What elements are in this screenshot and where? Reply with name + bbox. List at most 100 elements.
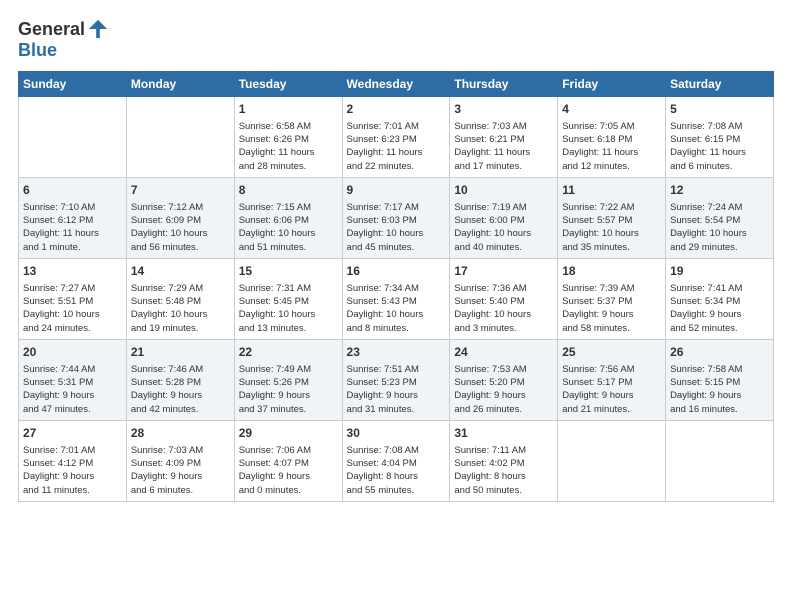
calendar-cell: 10 Sunrise: 7:19 AM Sunset: 6:00 PM Dayli… bbox=[450, 177, 558, 258]
day-number: 13 bbox=[23, 263, 122, 280]
calendar-cell: 5 Sunrise: 7:08 AM Sunset: 6:15 PM Daylig… bbox=[666, 97, 774, 178]
day-number: 6 bbox=[23, 182, 122, 199]
day-number: 11 bbox=[562, 182, 661, 199]
weekday-header: Monday bbox=[126, 72, 234, 97]
week-row: 20 Sunrise: 7:44 AM Sunset: 5:31 PM Dayli… bbox=[19, 339, 774, 420]
day-number: 26 bbox=[670, 344, 769, 361]
week-row: 1Sunrise: 6:58 AM Sunset: 6:26 PM Daylig… bbox=[19, 97, 774, 178]
calendar-cell: 21 Sunrise: 7:46 AM Sunset: 5:28 PM Dayli… bbox=[126, 339, 234, 420]
cell-content: Sunrise: 7:24 AM Sunset: 5:54 PM Dayligh… bbox=[670, 201, 769, 254]
calendar-cell: 22 Sunrise: 7:49 AM Sunset: 5:26 PM Dayli… bbox=[234, 339, 342, 420]
day-number: 23 bbox=[347, 344, 446, 361]
calendar-cell: 3 Sunrise: 7:03 AM Sunset: 6:21 PM Daylig… bbox=[450, 97, 558, 178]
day-number: 27 bbox=[23, 425, 122, 442]
cell-content: Sunrise: 7:58 AM Sunset: 5:15 PM Dayligh… bbox=[670, 363, 769, 416]
weekday-header: Wednesday bbox=[342, 72, 450, 97]
day-number: 7 bbox=[131, 182, 230, 199]
day-number: 20 bbox=[23, 344, 122, 361]
cell-content: Sunrise: 7:03 AM Sunset: 4:09 PM Dayligh… bbox=[131, 444, 230, 497]
calendar-cell: 16Sunrise: 7:34 AM Sunset: 5:43 PM Dayli… bbox=[342, 258, 450, 339]
weekday-header: Tuesday bbox=[234, 72, 342, 97]
day-number: 10 bbox=[454, 182, 553, 199]
weekday-header: Friday bbox=[558, 72, 666, 97]
day-number: 12 bbox=[670, 182, 769, 199]
cell-content: Sunrise: 7:05 AM Sunset: 6:18 PM Dayligh… bbox=[562, 120, 661, 173]
calendar-cell bbox=[666, 420, 774, 501]
calendar-cell bbox=[126, 97, 234, 178]
cell-content: Sunrise: 7:08 AM Sunset: 6:15 PM Dayligh… bbox=[670, 120, 769, 173]
day-number: 21 bbox=[131, 344, 230, 361]
cell-content: Sunrise: 7:44 AM Sunset: 5:31 PM Dayligh… bbox=[23, 363, 122, 416]
day-number: 22 bbox=[239, 344, 338, 361]
cell-content: Sunrise: 7:31 AM Sunset: 5:45 PM Dayligh… bbox=[239, 282, 338, 335]
calendar-cell: 31 Sunrise: 7:11 AM Sunset: 4:02 PM Dayli… bbox=[450, 420, 558, 501]
day-number: 18 bbox=[562, 263, 661, 280]
cell-content: Sunrise: 7:06 AM Sunset: 4:07 PM Dayligh… bbox=[239, 444, 338, 497]
calendar-cell: 2Sunrise: 7:01 AM Sunset: 6:23 PM Daylig… bbox=[342, 97, 450, 178]
day-number: 25 bbox=[562, 344, 661, 361]
logo-icon bbox=[87, 18, 109, 40]
cell-content: Sunrise: 7:53 AM Sunset: 5:20 PM Dayligh… bbox=[454, 363, 553, 416]
cell-content: Sunrise: 7:36 AM Sunset: 5:40 PM Dayligh… bbox=[454, 282, 553, 335]
day-number: 4 bbox=[562, 101, 661, 118]
calendar-cell: 27 Sunrise: 7:01 AM Sunset: 4:12 PM Dayli… bbox=[19, 420, 127, 501]
week-row: 6 Sunrise: 7:10 AM Sunset: 6:12 PM Daylig… bbox=[19, 177, 774, 258]
day-number: 15 bbox=[239, 263, 338, 280]
page: General Blue SundayMondayTuesdayWednesda… bbox=[0, 0, 792, 512]
calendar-cell bbox=[19, 97, 127, 178]
cell-content: Sunrise: 7:01 AM Sunset: 4:12 PM Dayligh… bbox=[23, 444, 122, 497]
day-number: 28 bbox=[131, 425, 230, 442]
calendar-cell: 26 Sunrise: 7:58 AM Sunset: 5:15 PM Dayli… bbox=[666, 339, 774, 420]
calendar-cell: 7Sunrise: 7:12 AM Sunset: 6:09 PM Daylig… bbox=[126, 177, 234, 258]
calendar-cell: 25 Sunrise: 7:56 AM Sunset: 5:17 PM Dayli… bbox=[558, 339, 666, 420]
calendar-cell: 1Sunrise: 6:58 AM Sunset: 6:26 PM Daylig… bbox=[234, 97, 342, 178]
weekday-header: Thursday bbox=[450, 72, 558, 97]
cell-content: Sunrise: 7:03 AM Sunset: 6:21 PM Dayligh… bbox=[454, 120, 553, 173]
day-number: 31 bbox=[454, 425, 553, 442]
day-number: 24 bbox=[454, 344, 553, 361]
day-number: 17 bbox=[454, 263, 553, 280]
day-number: 3 bbox=[454, 101, 553, 118]
calendar-cell: 13 Sunrise: 7:27 AM Sunset: 5:51 PM Dayli… bbox=[19, 258, 127, 339]
calendar-cell: 20 Sunrise: 7:44 AM Sunset: 5:31 PM Dayli… bbox=[19, 339, 127, 420]
cell-content: Sunrise: 7:29 AM Sunset: 5:48 PM Dayligh… bbox=[131, 282, 230, 335]
calendar-cell: 29 Sunrise: 7:06 AM Sunset: 4:07 PM Dayli… bbox=[234, 420, 342, 501]
cell-content: Sunrise: 7:15 AM Sunset: 6:06 PM Dayligh… bbox=[239, 201, 338, 254]
cell-content: Sunrise: 7:27 AM Sunset: 5:51 PM Dayligh… bbox=[23, 282, 122, 335]
cell-content: Sunrise: 7:11 AM Sunset: 4:02 PM Dayligh… bbox=[454, 444, 553, 497]
cell-content: Sunrise: 7:46 AM Sunset: 5:28 PM Dayligh… bbox=[131, 363, 230, 416]
cell-content: Sunrise: 7:51 AM Sunset: 5:23 PM Dayligh… bbox=[347, 363, 446, 416]
week-row: 13 Sunrise: 7:27 AM Sunset: 5:51 PM Dayli… bbox=[19, 258, 774, 339]
cell-content: Sunrise: 7:34 AM Sunset: 5:43 PM Dayligh… bbox=[347, 282, 446, 335]
calendar-cell: 28 Sunrise: 7:03 AM Sunset: 4:09 PM Dayli… bbox=[126, 420, 234, 501]
day-number: 30 bbox=[347, 425, 446, 442]
cell-content: Sunrise: 7:08 AM Sunset: 4:04 PM Dayligh… bbox=[347, 444, 446, 497]
day-number: 1 bbox=[239, 101, 338, 118]
cell-content: Sunrise: 7:56 AM Sunset: 5:17 PM Dayligh… bbox=[562, 363, 661, 416]
calendar-cell: 14 Sunrise: 7:29 AM Sunset: 5:48 PM Dayli… bbox=[126, 258, 234, 339]
header: General Blue bbox=[18, 18, 774, 61]
logo: General Blue bbox=[18, 18, 109, 61]
calendar-cell: 18 Sunrise: 7:39 AM Sunset: 5:37 PM Dayli… bbox=[558, 258, 666, 339]
day-number: 9 bbox=[347, 182, 446, 199]
day-number: 14 bbox=[131, 263, 230, 280]
cell-content: Sunrise: 7:41 AM Sunset: 5:34 PM Dayligh… bbox=[670, 282, 769, 335]
day-number: 8 bbox=[239, 182, 338, 199]
calendar-cell: 12 Sunrise: 7:24 AM Sunset: 5:54 PM Dayli… bbox=[666, 177, 774, 258]
cell-content: Sunrise: 7:39 AM Sunset: 5:37 PM Dayligh… bbox=[562, 282, 661, 335]
cell-content: Sunrise: 7:10 AM Sunset: 6:12 PM Dayligh… bbox=[23, 201, 122, 254]
calendar-cell: 8 Sunrise: 7:15 AM Sunset: 6:06 PM Daylig… bbox=[234, 177, 342, 258]
cell-content: Sunrise: 7:19 AM Sunset: 6:00 PM Dayligh… bbox=[454, 201, 553, 254]
calendar-cell: 9 Sunrise: 7:17 AM Sunset: 6:03 PM Daylig… bbox=[342, 177, 450, 258]
cell-content: Sunrise: 7:17 AM Sunset: 6:03 PM Dayligh… bbox=[347, 201, 446, 254]
day-number: 29 bbox=[239, 425, 338, 442]
header-row: SundayMondayTuesdayWednesdayThursdayFrid… bbox=[19, 72, 774, 97]
logo-blue-text: Blue bbox=[18, 40, 57, 61]
cell-content: Sunrise: 7:49 AM Sunset: 5:26 PM Dayligh… bbox=[239, 363, 338, 416]
calendar-cell: 17 Sunrise: 7:36 AM Sunset: 5:40 PM Dayli… bbox=[450, 258, 558, 339]
weekday-header: Sunday bbox=[19, 72, 127, 97]
calendar-cell: 11Sunrise: 7:22 AM Sunset: 5:57 PM Dayli… bbox=[558, 177, 666, 258]
week-row: 27 Sunrise: 7:01 AM Sunset: 4:12 PM Dayli… bbox=[19, 420, 774, 501]
calendar-cell: 30 Sunrise: 7:08 AM Sunset: 4:04 PM Dayli… bbox=[342, 420, 450, 501]
day-number: 5 bbox=[670, 101, 769, 118]
